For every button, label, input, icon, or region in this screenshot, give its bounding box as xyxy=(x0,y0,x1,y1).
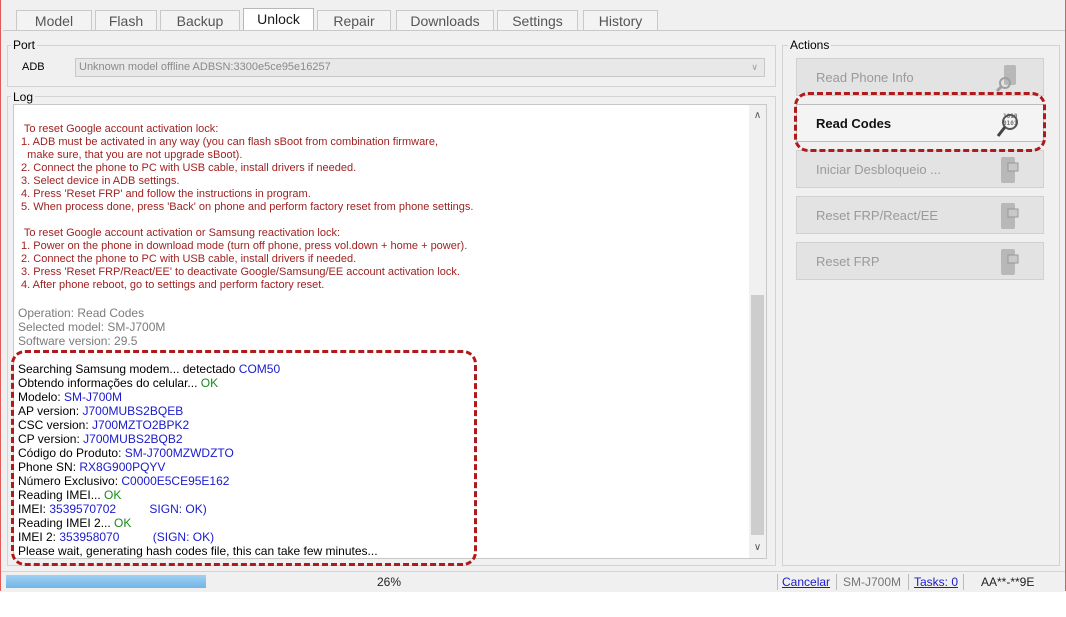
log-instruction-line: 5. When process done, press 'Back' on ph… xyxy=(18,201,474,213)
port-group-title: Port xyxy=(11,38,38,52)
tab-settings[interactable]: Settings xyxy=(497,10,578,30)
phone-lock-icon xyxy=(1001,203,1019,229)
status-divider xyxy=(777,574,778,590)
scroll-up-icon[interactable]: ∧ xyxy=(749,107,766,124)
iniciar-desbloqueio-label: Iniciar Desbloqueio ... xyxy=(816,162,942,177)
status-divider xyxy=(836,574,837,590)
tab-backup[interactable]: Backup xyxy=(160,10,240,30)
log-instruction-line: 2. Connect the phone to PC with USB cabl… xyxy=(18,162,357,174)
read-codes-highlight xyxy=(794,92,1046,152)
phone-lock-icon xyxy=(1001,157,1019,183)
status-divider xyxy=(908,574,909,590)
log-instruction-line: To reset Google account activation lock: xyxy=(18,123,219,135)
actions-group-title: Actions xyxy=(788,38,832,52)
reset-frp-react-ee-label: Reset FRP/React/EE xyxy=(816,208,939,223)
log-scrollbar[interactable]: ∧ ∨ xyxy=(749,105,766,558)
log-instruction-line: 3. Select device in ADB settings. xyxy=(18,175,180,187)
scroll-thumb[interactable] xyxy=(751,295,764,535)
reset-frp-label: Reset FRP xyxy=(816,254,880,269)
log-instruction-line: 4. Press 'Reset FRP' and follow the inst… xyxy=(18,188,311,200)
tab-downloads[interactable]: Downloads xyxy=(396,10,494,30)
phone-lock-icon xyxy=(1001,249,1019,275)
port-label: ADB xyxy=(22,61,45,73)
log-instruction-line: 1. ADB must be activated in any way (you… xyxy=(18,136,439,148)
log-group-title: Log xyxy=(11,90,36,104)
log-instruction-line: 4. After phone reboot, go to settings an… xyxy=(18,279,325,291)
log-instruction-line: make sure, that you are not upgrade sBoo… xyxy=(18,149,243,161)
status-code: AA**-**9E xyxy=(981,575,1035,589)
reset-frp-button[interactable]: Reset FRP xyxy=(796,242,1044,280)
status-divider xyxy=(963,574,964,590)
log-instruction-line: 2. Connect the phone to PC with USB cabl… xyxy=(18,253,357,265)
log-info-line: Selected model: SM-J700M xyxy=(18,320,166,334)
app-window: Model Flash Backup Unlock Repair Downloa… xyxy=(0,0,1066,592)
read-phone-info-label: Read Phone Info xyxy=(816,70,914,85)
tab-model[interactable]: Model xyxy=(16,10,92,30)
scroll-down-icon[interactable]: ∨ xyxy=(749,539,766,556)
log-info-line: Operation: Read Codes xyxy=(18,306,145,320)
port-select[interactable]: Unknown model offline ADBSN:3300e5ce95e1… xyxy=(75,58,765,77)
chevron-down-icon: ∨ xyxy=(751,62,758,72)
port-select-value: Unknown model offline ADBSN:3300e5ce95e1… xyxy=(79,61,331,73)
log-info-line: Software version: 29.5 xyxy=(18,334,138,348)
cancel-link[interactable]: Cancelar xyxy=(782,575,830,589)
log-instruction-line: 1. Power on the phone in download mode (… xyxy=(18,240,468,252)
phone-search-icon xyxy=(995,65,1016,93)
tab-flash[interactable]: Flash xyxy=(95,10,157,30)
reset-frp-react-ee-button[interactable]: Reset FRP/React/EE xyxy=(796,196,1044,234)
log-instruction-line: 3. Press 'Reset FRP/React/EE' to deactiv… xyxy=(18,266,460,278)
tab-unlock[interactable]: Unlock xyxy=(243,8,314,30)
status-bar: 26% Cancelar SM-J700M Tasks: 0 AA**-**9E xyxy=(1,571,1065,592)
log-instruction-line: To reset Google account activation or Sa… xyxy=(18,227,341,239)
tab-history[interactable]: History xyxy=(583,10,658,30)
status-model: SM-J700M xyxy=(843,575,902,589)
tasks-link[interactable]: Tasks: 0 xyxy=(914,575,958,589)
log-results-highlight xyxy=(11,350,477,566)
tab-repair[interactable]: Repair xyxy=(317,10,391,30)
tab-divider xyxy=(3,30,1065,31)
read-phone-info-button[interactable]: Read Phone Info xyxy=(796,58,1044,96)
tab-bar: Model Flash Backup Unlock Repair Downloa… xyxy=(1,0,1065,32)
progress-bar xyxy=(6,575,206,588)
iniciar-desbloqueio-button[interactable]: Iniciar Desbloqueio ... xyxy=(796,150,1044,188)
progress-text: 26% xyxy=(377,575,402,589)
